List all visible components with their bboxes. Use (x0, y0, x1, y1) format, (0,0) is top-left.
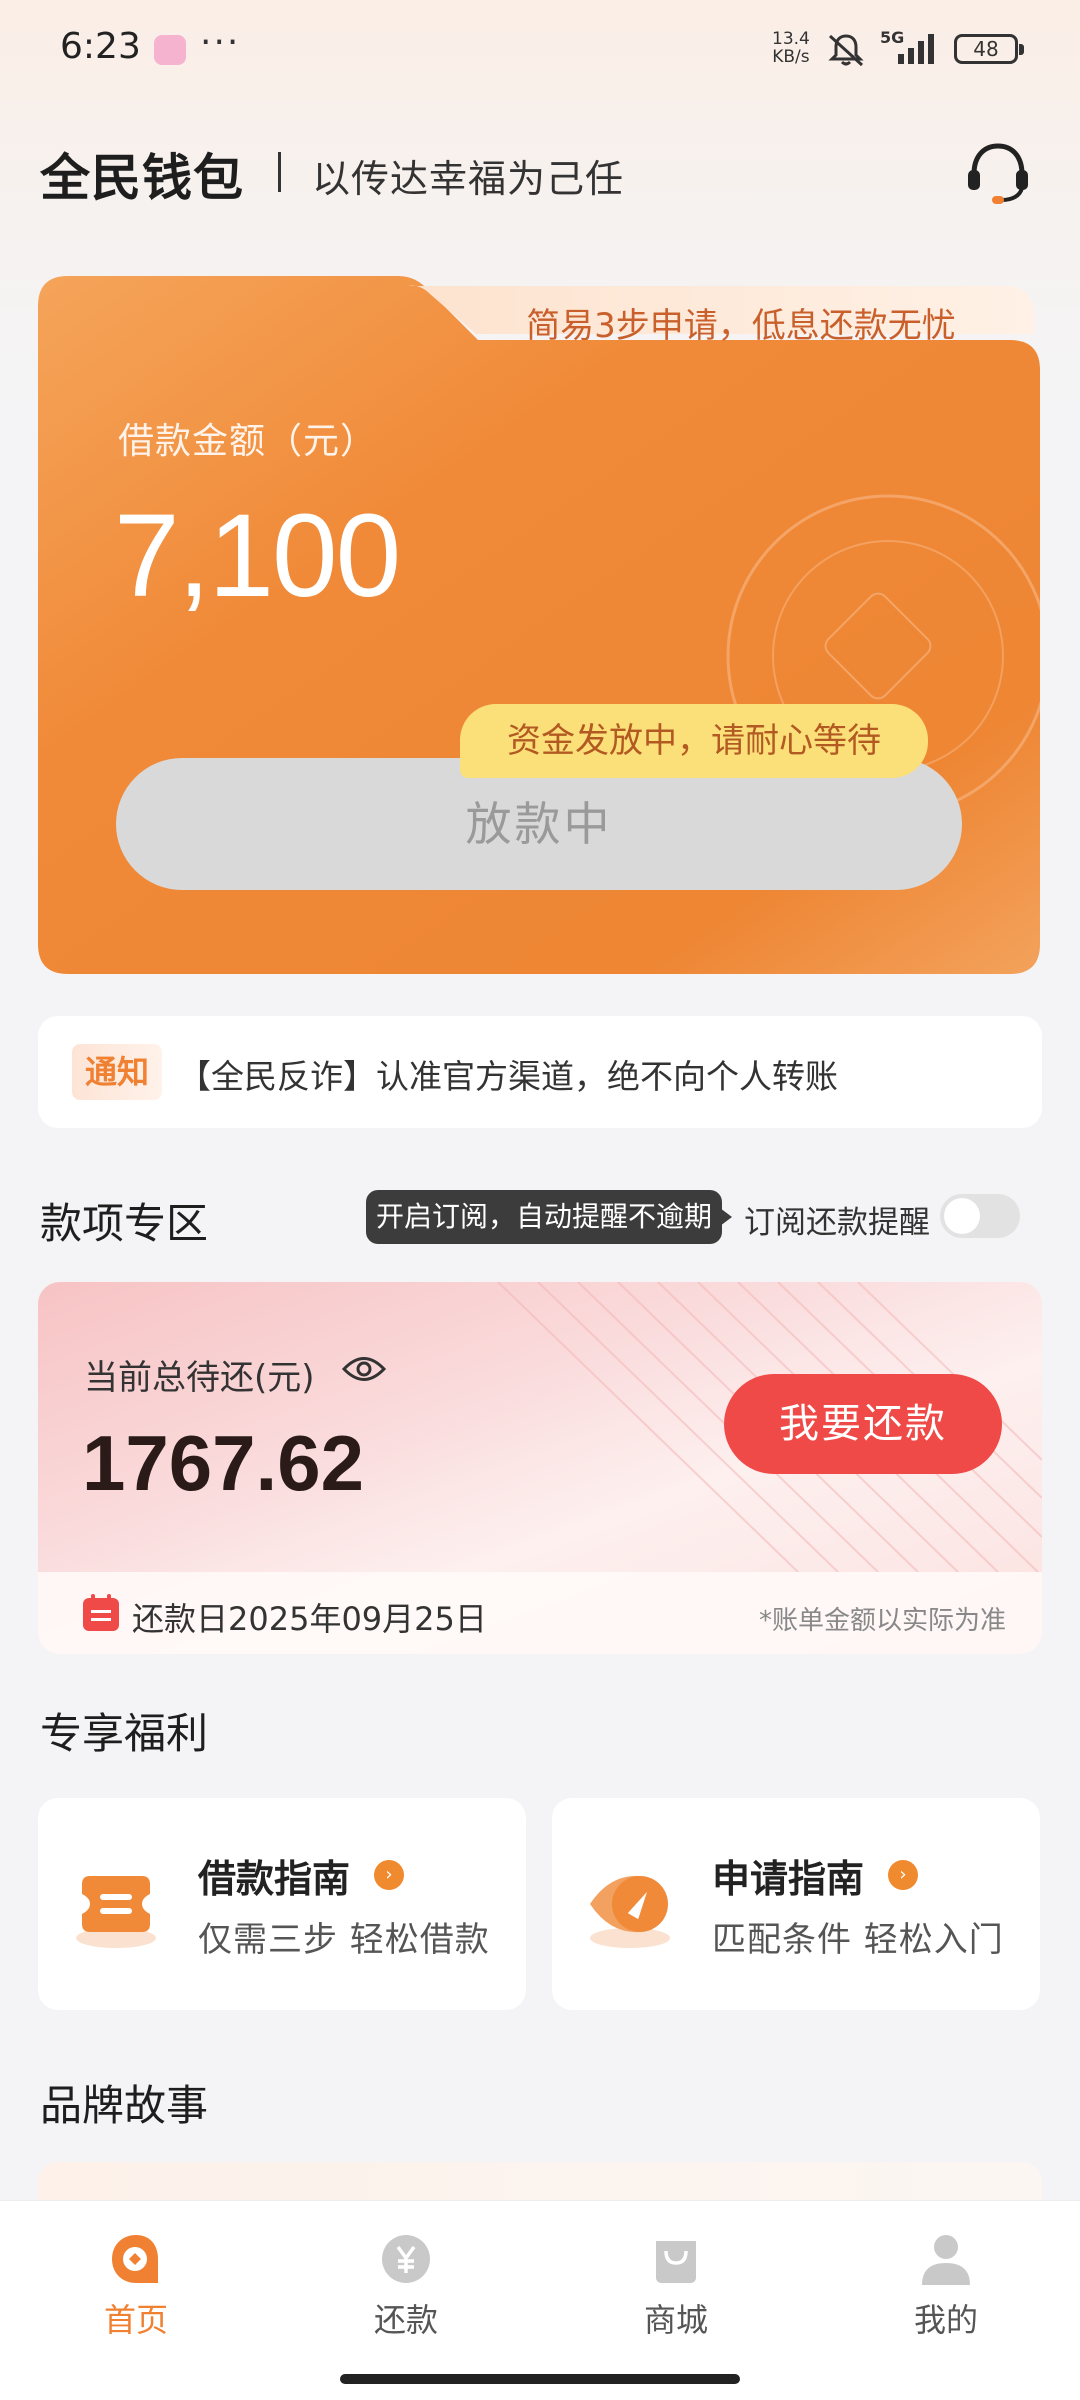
status-bar: 6:23 ··· 13.4 KB/s 5G 48 (0, 0, 1080, 100)
notice-text: 【全民反诈】认准官方渠道，绝不向个人转账 (178, 1057, 838, 1096)
eye-icon[interactable] (342, 1352, 386, 1386)
apply-guide-title: 申请指南 (712, 1857, 865, 1901)
subscribe-tooltip: 开启订阅，自动提醒不逾期 (366, 1190, 732, 1244)
subscribe-label: 订阅还款提醒 (744, 1205, 930, 1241)
nav-repay-label: 还款 (373, 2301, 438, 2339)
mute-icon (828, 34, 864, 67)
nav-home-label: 首页 (103, 2301, 168, 2339)
repay-button[interactable]: 我要还款 (724, 1374, 1002, 1474)
loan-guide-subtitle: 仅需三步 轻松借款 (198, 1920, 490, 1960)
bottom-nav: 首页 还款 商城 我的 (0, 2200, 1080, 2400)
nav-home[interactable]: 首页 (56, 2231, 216, 2341)
loan-tagline: 简易3步申请，低息还款无忧 (526, 306, 956, 346)
ticket-icon (76, 1876, 156, 1948)
nav-repay[interactable]: 还款 (326, 2231, 486, 2341)
signal-icon (898, 34, 934, 64)
brand-story-title: 品牌故事 (40, 2081, 209, 2130)
repay-note: *账单金额以实际为准 (758, 1606, 1006, 1636)
brand-logo: 全民钱包 (40, 149, 244, 207)
notice-tag: 通知 (72, 1044, 162, 1100)
chevron-right-icon: › (888, 1860, 918, 1890)
loan-status-tip: 资金发放中，请耐心等待 (460, 704, 928, 778)
apply-guide-subtitle: 匹配条件 轻松入门 (712, 1920, 1004, 1960)
home-icon (112, 2235, 158, 2283)
repay-card: 当前总待还(元) 1767.62 我要还款 还款日2025年09月25日 *账单… (38, 1282, 1042, 1654)
repay-due-date: 还款日2025年09月25日 (132, 1600, 487, 1638)
status-time: 6:23 (60, 26, 141, 67)
notice-bar[interactable]: 通知 【全民反诈】认准官方渠道，绝不向个人转账 (38, 1016, 1042, 1128)
loan-amount: 7,100 (114, 490, 401, 622)
calendar-icon (83, 1594, 119, 1631)
repay-section-title: 款项专区 (40, 1199, 209, 1248)
network-speed-unit: KB/s (772, 47, 810, 67)
battery-icon: 48 (954, 34, 1024, 64)
headset-icon[interactable] (962, 138, 1034, 206)
network-speed-value: 13.4 (772, 29, 810, 49)
apply-guide-card[interactable]: 申请指南 › 匹配条件 轻松入门 (552, 1798, 1040, 2010)
nav-mall[interactable]: 商城 (596, 2231, 756, 2341)
profile-icon (922, 2235, 970, 2285)
nav-profile-label: 我的 (913, 2301, 978, 2339)
subscribe-toggle[interactable] (940, 1194, 1020, 1238)
app-notification-icon (154, 35, 186, 65)
loan-amount-label: 借款金额（元） (118, 421, 378, 462)
bag-icon (656, 2241, 696, 2283)
total-due-amount: 1767.62 (82, 1419, 364, 1507)
benefits-title: 专享福利 (40, 1709, 209, 1758)
repay-footer: 还款日2025年09月25日 *账单金额以实际为准 (38, 1572, 1042, 1654)
nav-mall-label: 商城 (643, 2301, 708, 2339)
nav-profile[interactable]: 我的 (866, 2231, 1026, 2341)
more-notifications-icon: ··· (200, 22, 241, 63)
chevron-right-icon: › (374, 1860, 404, 1890)
loan-guide-title: 借款指南 (198, 1857, 351, 1901)
yuan-icon (382, 2235, 430, 2283)
loan-guide-card[interactable]: 借款指南 › 仅需三步 轻松借款 (38, 1798, 526, 2010)
compass-icon (590, 1875, 670, 1948)
total-due-label: 当前总待还(元) (84, 1358, 315, 1398)
brand-slogan: 以传达幸福为己任 (312, 157, 625, 201)
network-speed: 13.4 KB/s (772, 30, 810, 66)
header-divider (278, 152, 281, 192)
home-indicator[interactable] (340, 2374, 740, 2384)
